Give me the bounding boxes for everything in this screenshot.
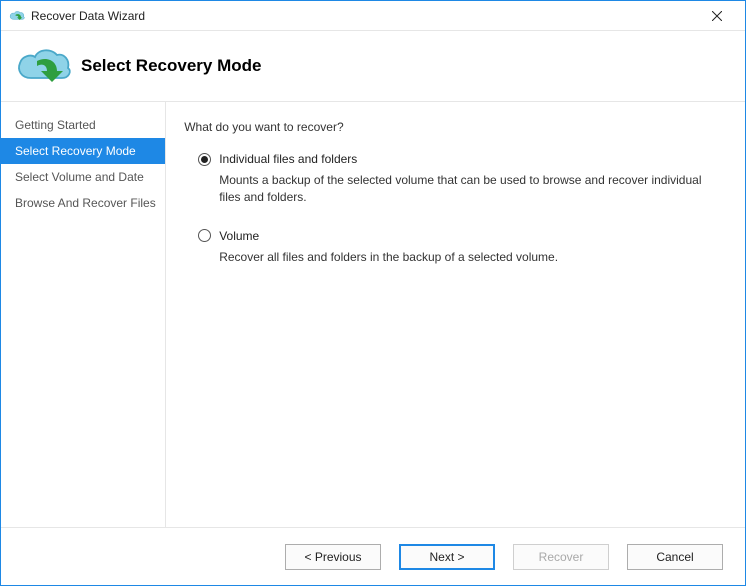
sidebar-item-select-recovery-mode[interactable]: Select Recovery Mode bbox=[1, 138, 165, 164]
next-button[interactable]: Next > bbox=[399, 544, 495, 570]
radio-individual-files[interactable] bbox=[198, 153, 211, 166]
option-desc-volume: Recover all files and folders in the bac… bbox=[219, 249, 721, 266]
window-title: Recover Data Wizard bbox=[31, 9, 145, 23]
header: Select Recovery Mode bbox=[1, 31, 745, 101]
app-cloud-icon bbox=[9, 8, 25, 24]
page-title: Select Recovery Mode bbox=[81, 56, 261, 76]
option-individual-files: Individual files and folders Mounts a ba… bbox=[184, 152, 721, 207]
option-desc-individual-files: Mounts a backup of the selected volume t… bbox=[219, 172, 721, 207]
recover-button: Recover bbox=[513, 544, 609, 570]
option-volume: Volume Recover all files and folders in … bbox=[184, 229, 721, 266]
content-question: What do you want to recover? bbox=[184, 120, 721, 134]
sidebar-item-select-volume-and-date[interactable]: Select Volume and Date bbox=[1, 164, 165, 190]
cancel-button[interactable]: Cancel bbox=[627, 544, 723, 570]
sidebar: Getting Started Select Recovery Mode Sel… bbox=[1, 102, 165, 527]
content: What do you want to recover? Individual … bbox=[165, 102, 745, 527]
sidebar-item-getting-started[interactable]: Getting Started bbox=[1, 112, 165, 138]
option-label-volume[interactable]: Volume bbox=[219, 229, 259, 243]
previous-button[interactable]: < Previous bbox=[285, 544, 381, 570]
sidebar-item-browse-and-recover-files[interactable]: Browse And Recover Files bbox=[1, 190, 165, 216]
radio-volume[interactable] bbox=[198, 229, 211, 242]
wizard-window: Recover Data Wizard Select Recovery Mode… bbox=[0, 0, 746, 586]
footer: < Previous Next > Recover Cancel bbox=[1, 527, 745, 585]
header-cloud-icon bbox=[13, 44, 73, 88]
titlebar: Recover Data Wizard bbox=[1, 1, 745, 31]
option-label-individual-files[interactable]: Individual files and folders bbox=[219, 152, 357, 166]
close-button[interactable] bbox=[697, 2, 737, 30]
body: Getting Started Select Recovery Mode Sel… bbox=[1, 101, 745, 527]
